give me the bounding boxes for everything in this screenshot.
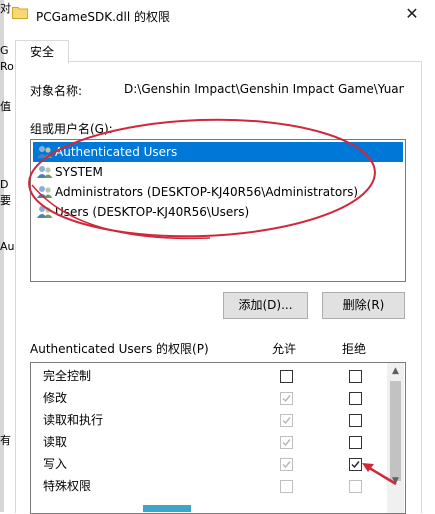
permission-name: 写入 — [43, 457, 68, 471]
scroll-up-icon[interactable]: ▲ — [387, 363, 404, 380]
permission-name: 完全控制 — [43, 369, 92, 383]
deny-checkbox[interactable] — [349, 414, 362, 427]
object-name-label: 对象名称: — [30, 84, 83, 98]
remove-button[interactable]: 删除(R) — [322, 292, 405, 319]
background-text-fragment: Ro — [0, 60, 14, 73]
tab-security[interactable]: 安全 — [15, 40, 69, 64]
allow-checkbox[interactable] — [280, 414, 293, 427]
permission-name: 读取 — [43, 435, 68, 449]
permission-row-full-control: 完全控制 — [31, 365, 387, 387]
deny-checkbox[interactable] — [349, 392, 362, 405]
add-button[interactable]: 添加(D)... — [223, 292, 308, 319]
permission-name: 特殊权限 — [43, 479, 92, 493]
deny-checkbox[interactable] — [349, 436, 362, 449]
background-text-fragment: G — [0, 44, 9, 57]
annotation-ellipse — [28, 118, 376, 240]
object-name-value: D:\Genshin Impact\Genshin Impact Game\Yu… — [124, 82, 404, 96]
permissions-scrollbar[interactable]: ▲ ▼ — [387, 363, 404, 513]
allow-column-header: 允许 — [272, 342, 297, 356]
permission-row-read-execute: 读取和执行 — [31, 409, 387, 431]
window-title: PCGameSDK.dll 的权限 — [36, 10, 170, 24]
permission-row-write: 写入 — [31, 453, 387, 475]
allow-checkbox[interactable] — [280, 392, 293, 405]
background-text-fragment: D — [0, 178, 9, 191]
background-text-fragment: 对 — [0, 2, 11, 15]
folder-icon — [12, 7, 28, 19]
permission-row-modify: 修改 — [31, 387, 387, 409]
background-text-fragment: 值 — [0, 100, 11, 113]
permission-name: 读取和执行 — [43, 413, 104, 427]
permission-row-special: 特殊权限 — [31, 475, 387, 497]
background-text-fragment: 要 — [0, 194, 11, 207]
allow-checkbox[interactable] — [280, 458, 293, 471]
close-button[interactable]: ✕ — [401, 4, 423, 24]
permissions-list: 完全控制 修改 读取和执行 读取 写入 特殊权限 ▲ ▼ — [30, 362, 406, 514]
background-text-fragment: Au — [0, 240, 15, 253]
permission-name: 修改 — [43, 391, 68, 405]
deny-column-header: 拒绝 — [342, 342, 367, 356]
allow-checkbox[interactable] — [280, 370, 293, 383]
permission-row-read: 读取 — [31, 431, 387, 453]
taskbar-fragment — [143, 505, 191, 512]
permissions-header: Authenticated Users 的权限(P) — [30, 342, 209, 356]
annotation-arrow — [362, 463, 397, 486]
deny-checkbox[interactable] — [349, 370, 362, 383]
allow-checkbox[interactable] — [280, 480, 293, 493]
background-text-fragment: 有 — [0, 434, 11, 447]
allow-checkbox[interactable] — [280, 436, 293, 449]
